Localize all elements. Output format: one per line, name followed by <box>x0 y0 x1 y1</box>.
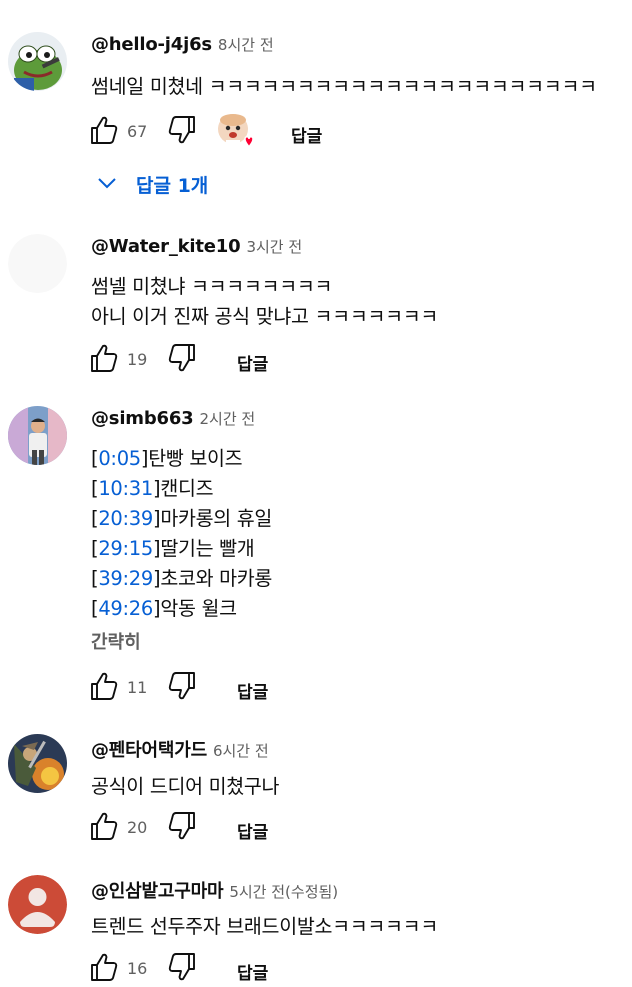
chapter-line: [20:39]마카롱의 휴일 <box>91 507 273 530</box>
reply-button[interactable]: 답글 <box>291 122 322 147</box>
comment-time[interactable]: 6시간 전 <box>213 742 269 760</box>
like-button[interactable] <box>89 951 119 987</box>
timestamp-link[interactable]: 49:26 <box>98 597 153 620</box>
thumbs-down-icon <box>168 672 195 700</box>
comment-thread: @Water_kite10 3시간 전 썸넬 미쳤냐 ㅋㅋㅋㅋㅋㅋㅋㅋ 아니 이거… <box>0 232 632 382</box>
thumbs-up-icon <box>91 953 118 981</box>
reply-button[interactable]: 답글 <box>237 959 268 984</box>
chapter-line: [39:29]초코와 마카롱 <box>91 567 273 590</box>
fantasy-avatar-icon[interactable] <box>8 734 67 793</box>
dislike-button[interactable] <box>167 951 197 987</box>
comment-actions: 19 답글 <box>91 342 491 378</box>
comment-time[interactable]: 3시간 전 <box>246 238 302 256</box>
comment-body: @Water_kite10 3시간 전 썸넬 미쳤냐 ㅋㅋㅋㅋㅋㅋㅋㅋ 아니 이거… <box>91 232 624 382</box>
like-count: 19 <box>127 350 148 369</box>
comment-header: @펜타어택가드 6시간 전 <box>91 736 269 762</box>
author-name[interactable]: @인삼밭고구마마 <box>91 881 224 902</box>
timestamp-link[interactable]: 39:29 <box>98 567 153 590</box>
comment-text: 썸네일 미쳤네 ㅋㅋㅋㅋㅋㅋㅋㅋㅋㅋㅋㅋㅋㅋㅋㅋㅋㅋㅋㅋㅋㅋ <box>91 75 597 98</box>
thumbs-down-icon <box>168 344 195 372</box>
thumbs-up-icon <box>91 672 118 700</box>
author-name[interactable]: @Water_kite10 <box>91 236 241 257</box>
comment-text: 아니 이거 진짜 공식 맞냐고 ㅋㅋㅋㅋㅋㅋㅋ <box>91 305 439 328</box>
dislike-button[interactable] <box>167 342 197 378</box>
like-count: 11 <box>127 678 148 697</box>
thumbs-down-icon <box>168 953 195 981</box>
chevron-down-icon <box>98 178 116 189</box>
dislike-button[interactable] <box>167 670 197 706</box>
blank-avatar-icon[interactable] <box>8 234 67 293</box>
comment-actions: 11 답글 <box>91 670 491 706</box>
reply-button[interactable]: 답글 <box>237 678 268 703</box>
comment-body: @펜타어택가드 6시간 전 공식이 드디어 미쳤구나 20 답글 <box>91 732 624 852</box>
author-name[interactable]: @simb663 <box>91 408 194 429</box>
timestamp-link[interactable]: 20:39 <box>98 507 153 530</box>
comment-body: @인삼밭고구마마 5시간 전(수정됨) 트렌드 선두주자 브래드이발소ㅋㅋㅋㅋㅋㅋ… <box>91 873 624 984</box>
show-less-button[interactable]: 간략히 <box>91 628 141 654</box>
like-count: 67 <box>127 122 148 141</box>
dislike-button[interactable] <box>167 810 197 846</box>
chapter-line: [29:15]딸기는 빨개 <box>91 537 255 560</box>
comment-actions: 67 답글 <box>91 114 491 150</box>
dislike-button[interactable] <box>167 114 197 150</box>
author-name[interactable]: @펜타어택가드 <box>91 740 207 761</box>
author-name[interactable]: @hello-j4j6s <box>91 34 212 55</box>
comment-header: @Water_kite10 3시간 전 <box>91 236 302 262</box>
comment-time[interactable]: 8시간 전 <box>218 36 274 54</box>
like-count: 16 <box>127 959 148 978</box>
default-user-avatar-icon[interactable] <box>8 875 67 934</box>
creator-heart-badge <box>215 112 255 152</box>
reply-button[interactable]: 답글 <box>237 350 268 375</box>
comment-text: 썸넬 미쳤냐 ㅋㅋㅋㅋㅋㅋㅋㅋ <box>91 275 333 298</box>
comment-text: 공식이 드디어 미쳤구나 <box>91 775 280 798</box>
like-button[interactable] <box>89 670 119 706</box>
comment-header: @simb663 2시간 전 <box>91 408 255 434</box>
creator-heart-icon <box>218 114 254 148</box>
chapter-title: 마카롱의 휴일 <box>160 507 273 530</box>
comment-body: @hello-j4j6s 8시간 전 썸네일 미쳤네 ㅋㅋㅋㅋㅋㅋㅋㅋㅋㅋㅋㅋㅋㅋ… <box>91 30 624 230</box>
chapter-title: 악동 윌크 <box>160 597 237 620</box>
chapter-line: [10:31]캔디즈 <box>91 477 214 500</box>
comment-header: @hello-j4j6s 8시간 전 <box>91 34 274 60</box>
like-button[interactable] <box>89 342 119 378</box>
reply-button[interactable]: 답글 <box>237 818 268 843</box>
chapter-title: 초코와 마카롱 <box>160 567 273 590</box>
chapter-title: 캔디즈 <box>160 477 214 500</box>
comment-body: @simb663 2시간 전 [0:05]탄빵 보이즈 [10:31]캔디즈 [2… <box>91 404 624 704</box>
thumbs-down-icon <box>168 116 195 144</box>
like-button[interactable] <box>89 114 119 150</box>
frog-avatar-icon[interactable] <box>8 32 67 91</box>
comment-thread: @hello-j4j6s 8시간 전 썸네일 미쳤네 ㅋㅋㅋㅋㅋㅋㅋㅋㅋㅋㅋㅋㅋㅋ… <box>0 30 632 230</box>
comment-time[interactable]: 2시간 전 <box>200 410 256 428</box>
like-count: 20 <box>127 818 148 837</box>
comment-thread: @simb663 2시간 전 [0:05]탄빵 보이즈 [10:31]캔디즈 [2… <box>0 404 632 704</box>
replies-count-label: 답글 1개 <box>136 175 209 197</box>
comment-actions: 16 답글 <box>91 951 491 987</box>
thumbs-up-icon <box>91 812 118 840</box>
comment-thread: @펜타어택가드 6시간 전 공식이 드디어 미쳤구나 20 답글 <box>0 732 632 852</box>
photo-avatar-icon[interactable] <box>8 406 67 465</box>
chapter-title: 딸기는 빨개 <box>160 537 255 560</box>
timestamp-link[interactable]: 10:31 <box>98 477 153 500</box>
thumbs-up-icon <box>91 344 118 372</box>
comment-text: 트렌드 선두주자 브래드이발소ㅋㅋㅋㅋㅋㅋ <box>91 915 438 938</box>
timestamp-link[interactable]: 29:15 <box>98 537 153 560</box>
timestamp-link[interactable]: 0:05 <box>98 447 141 470</box>
chapter-line: [0:05]탄빵 보이즈 <box>91 447 243 470</box>
chapter-line: [49:26]악동 윌크 <box>91 597 237 620</box>
comment-actions: 20 답글 <box>91 810 491 846</box>
comment-header: @인삼밭고구마마 5시간 전(수정됨) <box>91 877 338 903</box>
like-button[interactable] <box>89 810 119 846</box>
thumbs-up-icon <box>91 116 118 144</box>
chapter-title: 탄빵 보이즈 <box>148 447 243 470</box>
comment-time[interactable]: 5시간 전(수정됨) <box>229 883 338 901</box>
comment-thread: @인삼밭고구마마 5시간 전(수정됨) 트렌드 선두주자 브래드이발소ㅋㅋㅋㅋㅋㅋ… <box>0 873 632 984</box>
thumbs-down-icon <box>168 812 195 840</box>
